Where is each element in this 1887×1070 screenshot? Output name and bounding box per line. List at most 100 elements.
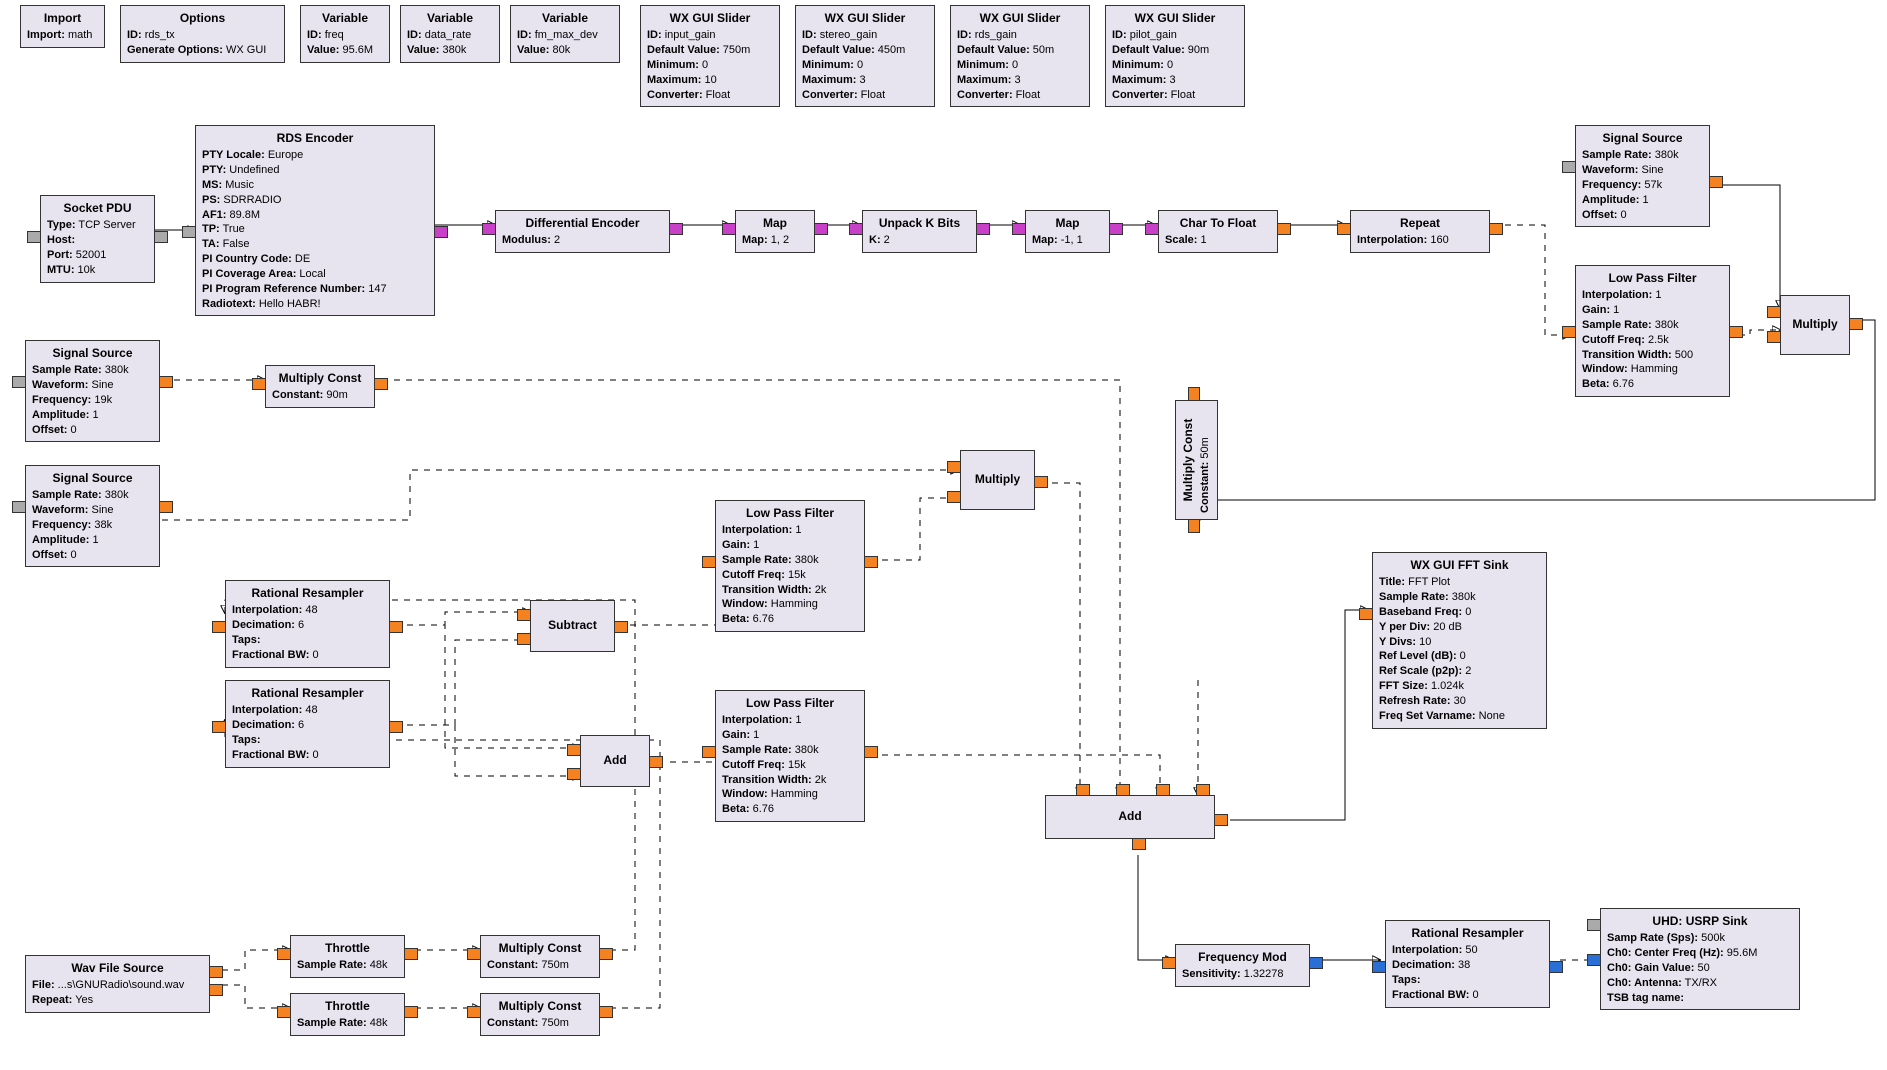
block-title: Rational Resampler [232,585,383,601]
multiply-38k[interactable]: Multiply [960,450,1035,510]
block-title: Multiply Const [1180,407,1196,513]
block-param: Maximum: 10 [647,73,773,88]
multiply-const-pilot[interactable]: Multiply Const Constant: 90m [265,365,375,408]
block-param: Waveform: Sine [32,503,153,518]
slider-pilot-gain[interactable]: WX GUI SliderID: pilot_gainDefault Value… [1105,5,1245,107]
block-title: Socket PDU [47,200,148,216]
block-param: Scale: 1 [1165,233,1271,248]
slider-stereo-gain[interactable]: WX GUI SliderID: stereo_gainDefault Valu… [795,5,935,107]
block-title: Map [1032,215,1103,231]
wx-gui-fft-sink[interactable]: WX GUI FFT Sink Title: FFT PlotSample Ra… [1372,552,1547,729]
block-param: Transition Width: 500 [1582,348,1723,363]
variable-fm-max-dev[interactable]: VariableID: fm_max_devValue: 80k [510,5,620,63]
block-param: Interpolation: 1 [722,713,858,728]
block-param: PS: SDRRADIO [202,193,428,208]
add-block-lr[interactable]: Add [580,735,650,787]
block-param: Default Value: 90m [1112,43,1238,58]
block-param: Window: Hamming [722,787,858,802]
block-param: Maximum: 3 [1112,73,1238,88]
block-param: Maximum: 3 [802,73,928,88]
map-block-1[interactable]: Map Map: 1, 2 [735,210,815,253]
block-param: MTU: 10k [47,263,148,278]
rational-resampler-3[interactable]: Rational Resampler Interpolation: 50Deci… [1385,920,1550,1008]
block-param: Minimum: 0 [647,58,773,73]
block-param: Decimation: 38 [1392,958,1543,973]
multiply-const-input-2[interactable]: Multiply Const Constant: 750m [480,993,600,1036]
variable-freq[interactable]: VariableID: freqValue: 95.6M [300,5,390,63]
block-param: Decimation: 6 [232,718,383,733]
block-title: Multiply [1787,316,1843,332]
block-param: Map: -1, 1 [1032,233,1103,248]
low-pass-filter-a[interactable]: Low Pass Filter Interpolation: 1Gain: 1S… [715,500,865,632]
block-param: Samp Rate (Sps): 500k [1607,931,1793,946]
block-param: Frequency: 38k [32,518,153,533]
differential-encoder-block[interactable]: Differential Encoder Modulus: 2 [495,210,670,253]
repeat-block[interactable]: Repeat Interpolation: 160 [1350,210,1490,253]
rational-resampler-1[interactable]: Rational Resampler Interpolation: 48Deci… [225,580,390,668]
block-param: Sample Rate: 380k [1379,590,1540,605]
block-param: Map: 1, 2 [742,233,808,248]
unpack-k-bits-block[interactable]: Unpack K Bits K: 2 [862,210,977,253]
variable-data-rate[interactable]: VariableID: data_rateValue: 380k [400,5,500,63]
block-param: PTY: Undefined [202,163,428,178]
uhd-usrp-sink[interactable]: UHD: USRP Sink Samp Rate (Sps): 500kCh0:… [1600,908,1800,1010]
slider-rds-gain[interactable]: WX GUI SliderID: rds_gainDefault Value: … [950,5,1090,107]
block-title: Options [127,10,278,26]
block-title: Multiply Const [487,998,593,1014]
block-param: Beta: 6.76 [1582,377,1723,392]
signal-source-19k[interactable]: Signal Source Sample Rate: 380kWaveform:… [25,340,160,442]
low-pass-filter-2p5k[interactable]: Low Pass Filter Interpolation: 1Gain: 1S… [1575,265,1730,397]
block-title: WX GUI Slider [802,10,928,26]
map-block-2[interactable]: Map Map: -1, 1 [1025,210,1110,253]
char-to-float-block[interactable]: Char To Float Scale: 1 [1158,210,1278,253]
block-param: Radiotext: Hello HABR! [202,297,428,312]
block-title: Throttle [297,998,398,1014]
block-title: Variable [307,10,383,26]
block-param: Amplitude: 1 [32,408,153,423]
multiply-const-rds[interactable]: Multiply Const Constant: 50m [1175,400,1218,520]
block-param: ID: input_gain [647,28,773,43]
block-param: Converter: Float [802,88,928,103]
throttle-block-2[interactable]: Throttle Sample Rate: 48k [290,993,405,1036]
block-param: Gain: 1 [722,538,858,553]
wav-file-source[interactable]: Wav File Source File: ...s\GNURadio\soun… [25,955,210,1013]
block-title: Low Pass Filter [722,695,858,711]
block-param: Taps: [232,733,383,748]
rds-encoder-block[interactable]: RDS Encoder PTY Locale: EuropePTY: Undef… [195,125,435,316]
subtract-block[interactable]: Subtract [530,600,615,652]
block-param: Ref Level (dB): 0 [1379,649,1540,664]
socket-pdu-block[interactable]: Socket PDU Type: TCP ServerHost: Port: 5… [40,195,155,283]
block-param: Port: 52001 [47,248,148,263]
block-title: Rational Resampler [1392,925,1543,941]
block-param: PI Coverage Area: Local [202,267,428,282]
block-param: Baseband Freq: 0 [1379,605,1540,620]
multiply-rds[interactable]: Multiply [1780,295,1850,355]
options-block[interactable]: OptionsID: rds_txGenerate Options: WX GU… [120,5,285,63]
block-param: TSB tag name: [1607,991,1793,1006]
low-pass-filter-b[interactable]: Low Pass Filter Interpolation: 1Gain: 1S… [715,690,865,822]
add-block-main[interactable]: Add [1045,795,1215,839]
signal-source-57k[interactable]: Signal Source Sample Rate: 380kWaveform:… [1575,125,1710,227]
block-param: Sample Rate: 48k [297,1016,398,1031]
block-title: Add [587,752,643,768]
block-param: ID: data_rate [407,28,493,43]
block-param: PI Country Code: DE [202,252,428,267]
block-param: Converter: Float [647,88,773,103]
block-title: WX GUI FFT Sink [1379,557,1540,573]
block-title: WX GUI Slider [647,10,773,26]
throttle-block-1[interactable]: Throttle Sample Rate: 48k [290,935,405,978]
block-param: Interpolation: 1 [722,523,858,538]
frequency-mod-block[interactable]: Frequency Mod Sensitivity: 1.32278 [1175,944,1310,987]
block-title: Add [1052,808,1208,824]
block-param: Waveform: Sine [1582,163,1703,178]
slider-input-gain[interactable]: WX GUI SliderID: input_gainDefault Value… [640,5,780,107]
import-block[interactable]: ImportImport: math [20,5,105,48]
block-param: Type: TCP Server [47,218,148,233]
rational-resampler-2[interactable]: Rational Resampler Interpolation: 48Deci… [225,680,390,768]
block-param: Sample Rate: 380k [722,743,858,758]
block-param: Ch0: Gain Value: 50 [1607,961,1793,976]
multiply-const-input-1[interactable]: Multiply Const Constant: 750m [480,935,600,978]
signal-source-38k[interactable]: Signal Source Sample Rate: 380kWaveform:… [25,465,160,567]
block-param: Transition Width: 2k [722,773,858,788]
block-param: Gain: 1 [1582,303,1723,318]
